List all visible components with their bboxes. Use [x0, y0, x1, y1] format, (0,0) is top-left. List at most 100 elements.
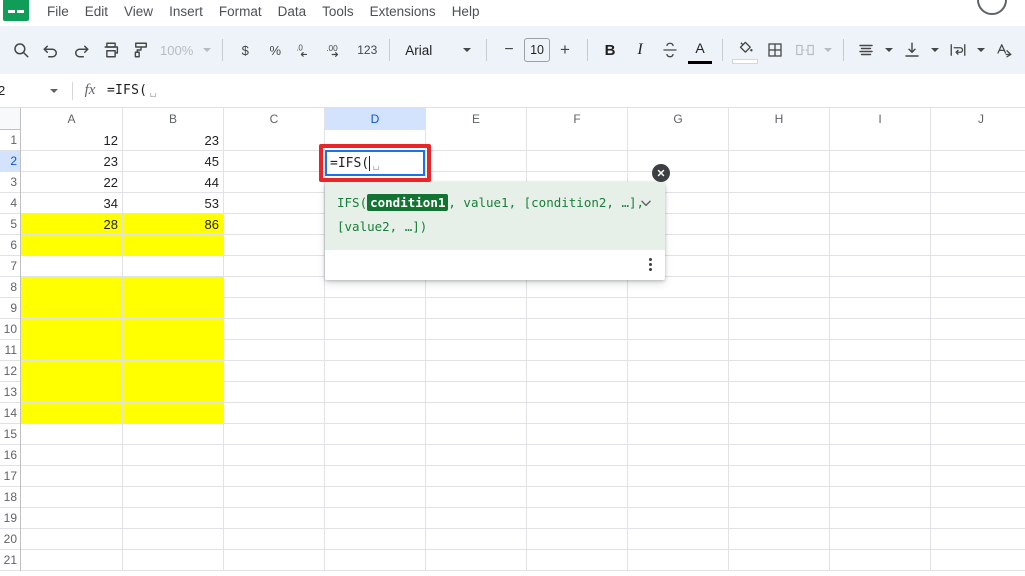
cell-J3[interactable]: [931, 172, 1025, 193]
cell-I5[interactable]: [830, 214, 931, 235]
cell-F13[interactable]: [527, 382, 628, 403]
cell-G19[interactable]: [628, 508, 729, 529]
cell-J1[interactable]: [931, 130, 1025, 151]
cell-H14[interactable]: [729, 403, 830, 424]
cell-F12[interactable]: [527, 361, 628, 382]
name-box[interactable]: 2: [0, 80, 64, 102]
cell-A3[interactable]: 22: [21, 172, 123, 193]
menu-item-insert[interactable]: Insert: [161, 1, 211, 22]
cell-B13[interactable]: [123, 382, 224, 403]
text-rotation-icon[interactable]: [989, 35, 1019, 65]
fill-color-icon[interactable]: [730, 35, 760, 65]
row-header-4[interactable]: 4: [0, 193, 20, 214]
cell-H6[interactable]: [729, 235, 830, 256]
cell-D19[interactable]: [325, 508, 426, 529]
menu-item-data[interactable]: Data: [270, 1, 315, 22]
cell-C9[interactable]: [224, 298, 325, 319]
cell-J7[interactable]: [931, 256, 1025, 277]
font-size-input[interactable]: 10: [524, 38, 550, 62]
cell-F1[interactable]: [527, 130, 628, 151]
cell-D1[interactable]: [325, 130, 426, 151]
menu-item-edit[interactable]: Edit: [77, 1, 116, 22]
cell-A4[interactable]: 34: [21, 193, 123, 214]
cell-H13[interactable]: [729, 382, 830, 403]
cell-B17[interactable]: [123, 466, 224, 487]
cell-C14[interactable]: [224, 403, 325, 424]
cell-D10[interactable]: [325, 319, 426, 340]
cell-I12[interactable]: [830, 361, 931, 382]
row-header-2[interactable]: 2: [0, 151, 20, 172]
row-header-19[interactable]: 19: [0, 508, 20, 529]
strikethrough-icon[interactable]: [655, 35, 685, 65]
row-header-17[interactable]: 17: [0, 466, 20, 487]
cell-C15[interactable]: [224, 424, 325, 445]
cell-I4[interactable]: [830, 193, 931, 214]
cell-A17[interactable]: [21, 466, 123, 487]
cell-H3[interactable]: [729, 172, 830, 193]
percent-format-button[interactable]: %: [260, 35, 290, 65]
zoom-selector[interactable]: 100%: [156, 35, 215, 65]
cell-H16[interactable]: [729, 445, 830, 466]
row-header-21[interactable]: 21: [0, 550, 20, 571]
cell-A16[interactable]: [21, 445, 123, 466]
cell-E9[interactable]: [426, 298, 527, 319]
cell-J13[interactable]: [931, 382, 1025, 403]
cell-B1[interactable]: 23: [123, 130, 224, 151]
cell-B8[interactable]: [123, 277, 224, 298]
cell-A12[interactable]: [21, 361, 123, 382]
cell-E18[interactable]: [426, 487, 527, 508]
cell-F15[interactable]: [527, 424, 628, 445]
cell-E21[interactable]: [426, 550, 527, 571]
row-header-7[interactable]: 7: [0, 256, 20, 277]
cell-A6[interactable]: [21, 235, 123, 256]
vertical-align-icon[interactable]: [897, 35, 927, 65]
cell-C5[interactable]: [224, 214, 325, 235]
cell-C20[interactable]: [224, 529, 325, 550]
more-formats-button[interactable]: 123: [352, 35, 382, 65]
row-header-13[interactable]: 13: [0, 382, 20, 403]
cell-I8[interactable]: [830, 277, 931, 298]
cell-D15[interactable]: [325, 424, 426, 445]
print-icon[interactable]: [96, 35, 126, 65]
cell-F11[interactable]: [527, 340, 628, 361]
cell-I3[interactable]: [830, 172, 931, 193]
cell-B18[interactable]: [123, 487, 224, 508]
cell-E11[interactable]: [426, 340, 527, 361]
cell-B2[interactable]: 45: [123, 151, 224, 172]
cell-G8[interactable]: [628, 277, 729, 298]
column-header-c[interactable]: C: [224, 108, 325, 130]
row-header-5[interactable]: 5: [0, 214, 20, 235]
cell-editor-input[interactable]: =IFS(␣: [325, 150, 425, 176]
cell-A1[interactable]: 12: [21, 130, 123, 151]
menu-item-extensions[interactable]: Extensions: [362, 1, 444, 22]
text-wrap-chevron-down-icon[interactable]: [973, 35, 989, 65]
cell-B19[interactable]: [123, 508, 224, 529]
italic-button[interactable]: I: [625, 35, 655, 65]
decrease-decimal-icon[interactable]: .0: [290, 35, 320, 65]
cell-E1[interactable]: [426, 130, 527, 151]
column-header-f[interactable]: F: [527, 108, 628, 130]
cell-J10[interactable]: [931, 319, 1025, 340]
text-wrap-icon[interactable]: [943, 35, 973, 65]
cell-B21[interactable]: [123, 550, 224, 571]
vertical-align-chevron-down-icon[interactable]: [927, 35, 943, 65]
cell-B7[interactable]: [123, 256, 224, 277]
cell-G11[interactable]: [628, 340, 729, 361]
cell-E10[interactable]: [426, 319, 527, 340]
cell-A9[interactable]: [21, 298, 123, 319]
cell-D21[interactable]: [325, 550, 426, 571]
cell-F17[interactable]: [527, 466, 628, 487]
cell-J17[interactable]: [931, 466, 1025, 487]
cell-A11[interactable]: [21, 340, 123, 361]
cell-H11[interactable]: [729, 340, 830, 361]
cell-J15[interactable]: [931, 424, 1025, 445]
cell-G14[interactable]: [628, 403, 729, 424]
column-header-a[interactable]: A: [21, 108, 123, 130]
cell-I21[interactable]: [830, 550, 931, 571]
cell-C16[interactable]: [224, 445, 325, 466]
cell-J21[interactable]: [931, 550, 1025, 571]
cell-C7[interactable]: [224, 256, 325, 277]
cell-I18[interactable]: [830, 487, 931, 508]
cell-C1[interactable]: [224, 130, 325, 151]
cell-A8[interactable]: [21, 277, 123, 298]
